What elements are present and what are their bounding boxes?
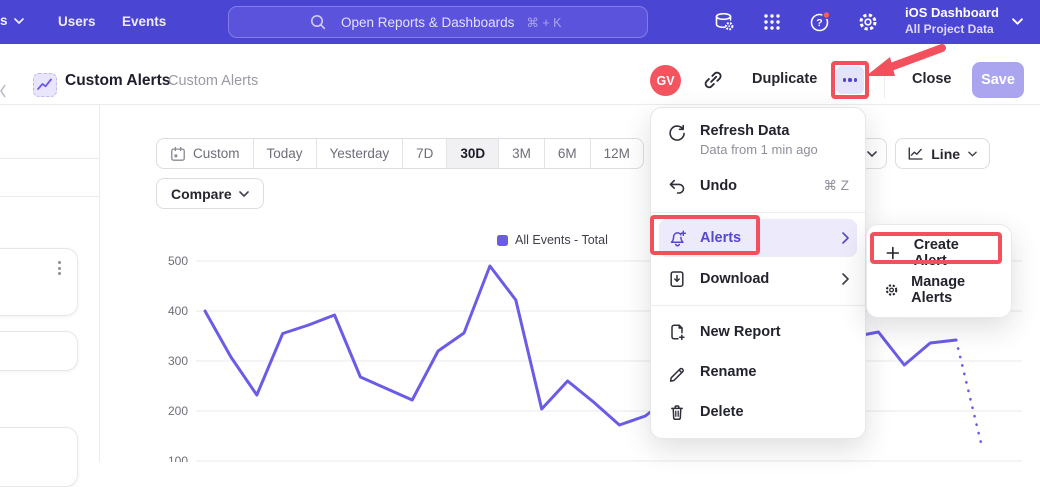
search-input[interactable]: Open Reports & Dashboards ⌘ + K	[228, 6, 648, 38]
download-icon	[667, 269, 687, 289]
gear-icon	[884, 281, 899, 299]
submenu-item-create-alert[interactable]: Create Alert	[867, 234, 1011, 271]
svg-text:100: 100	[168, 454, 188, 462]
more-actions-menu: Refresh Data Data from 1 min ago Undo ⌘ …	[650, 107, 866, 439]
metric-card[interactable]	[0, 427, 78, 487]
undo-icon	[667, 176, 687, 196]
svg-text:500: 500	[168, 254, 188, 268]
left-panel-row-divider	[0, 196, 99, 197]
legend-label: All Events - Total	[515, 233, 608, 247]
range-6m[interactable]: 6M	[544, 139, 590, 168]
range-12m[interactable]: 12M	[590, 139, 643, 168]
line-chart-icon	[908, 146, 923, 161]
kebab-menu-icon[interactable]	[58, 261, 61, 275]
range-30d[interactable]: 30D	[446, 139, 498, 168]
menu-item-undo[interactable]: Undo ⌘ Z	[651, 166, 865, 206]
range-custom[interactable]: Custom	[157, 139, 253, 168]
undo-shortcut: ⌘ Z	[824, 178, 850, 194]
svg-text:?: ?	[816, 17, 822, 29]
trash-icon	[667, 402, 687, 422]
chevron-down-icon	[968, 151, 977, 157]
save-button[interactable]: Save	[972, 62, 1024, 98]
range-today[interactable]: Today	[253, 139, 316, 168]
avatar[interactable]: GV	[650, 65, 681, 96]
project-subtitle: All Project Data	[905, 22, 999, 36]
chevron-right-icon	[842, 273, 849, 285]
menu-item-alerts[interactable]: Alerts	[659, 219, 857, 257]
metric-card[interactable]	[0, 331, 78, 371]
top-nav: s Users Events Open Reports & Dashboards…	[0, 0, 1040, 44]
chart-type-button[interactable]: Line	[895, 138, 990, 169]
range-3m[interactable]: 3M	[498, 139, 544, 168]
nav-item-partial[interactable]: s	[0, 13, 24, 28]
nav-item-events[interactable]: Events	[122, 14, 166, 29]
legend-swatch	[497, 235, 508, 246]
pencil-icon	[667, 362, 687, 382]
toolbar-divider	[884, 62, 885, 98]
refresh-subtitle: Data from 1 min ago	[700, 142, 818, 157]
chevron-down-icon	[1012, 18, 1023, 25]
svg-text:400: 400	[168, 304, 188, 318]
left-panel-row-divider	[0, 158, 99, 159]
search-placeholder: Open Reports & Dashboards	[341, 15, 514, 30]
project-switcher[interactable]: iOS Dashboard All Project Data	[905, 5, 999, 36]
chevron-right-icon	[842, 232, 849, 244]
menu-separator	[651, 305, 865, 306]
menu-item-new-report[interactable]: New Report	[651, 312, 865, 352]
more-icon	[843, 78, 846, 81]
range-yesterday[interactable]: Yesterday	[316, 139, 403, 168]
chevron-down-icon	[239, 191, 249, 197]
metric-card[interactable]	[0, 248, 78, 316]
menu-item-delete[interactable]: Delete	[651, 392, 865, 432]
menu-item-download[interactable]: Download	[651, 259, 865, 299]
chart-legend[interactable]: All Events - Total	[497, 233, 608, 247]
submenu-item-manage-alerts[interactable]: Manage Alerts	[867, 271, 1011, 308]
close-button[interactable]: Close	[912, 71, 952, 87]
nav-item-users[interactable]: Users	[58, 14, 96, 29]
plus-icon	[884, 244, 902, 262]
report-type-icon	[33, 73, 57, 97]
svg-text:200: 200	[168, 404, 188, 418]
menu-item-rename[interactable]: Rename	[651, 352, 865, 392]
report-toolbar: Custom Alerts Custom Alerts GV Duplicate…	[0, 44, 1040, 105]
left-panel-divider	[99, 105, 100, 462]
page-title: Custom Alerts	[65, 72, 170, 90]
range-7d[interactable]: 7D	[402, 139, 446, 168]
collapse-icon[interactable]	[0, 84, 6, 98]
date-range-control: Custom Today Yesterday 7D 30D 3M 6M 12M	[156, 138, 644, 169]
chevron-down-icon	[14, 18, 24, 24]
settings-gear-icon[interactable]	[856, 10, 880, 34]
nav-item-partial-label: s	[0, 13, 8, 28]
search-icon	[309, 13, 327, 31]
alerts-submenu: Create Alert Manage Alerts	[866, 224, 1012, 318]
copy-link-icon[interactable]	[702, 69, 724, 91]
refresh-icon	[667, 123, 687, 143]
new-report-icon	[667, 322, 687, 342]
breadcrumb[interactable]: Custom Alerts	[168, 73, 258, 89]
more-actions-button[interactable]	[836, 66, 864, 94]
apps-grid-icon[interactable]	[760, 10, 784, 34]
menu-item-refresh-data[interactable]: Refresh Data Data from 1 min ago	[651, 116, 865, 166]
search-shortcut: ⌘ + K	[526, 15, 561, 30]
svg-text:300: 300	[168, 354, 188, 368]
data-management-icon[interactable]	[712, 10, 736, 34]
help-icon[interactable]: ?	[808, 10, 832, 34]
project-title: iOS Dashboard	[905, 5, 999, 20]
notification-dot	[823, 12, 830, 19]
duplicate-button[interactable]: Duplicate	[752, 71, 817, 87]
chevron-down-icon	[867, 151, 877, 157]
compare-button[interactable]: Compare	[156, 178, 264, 209]
bell-plus-icon	[667, 228, 687, 248]
calendar-icon	[170, 146, 186, 162]
menu-separator	[651, 212, 865, 213]
